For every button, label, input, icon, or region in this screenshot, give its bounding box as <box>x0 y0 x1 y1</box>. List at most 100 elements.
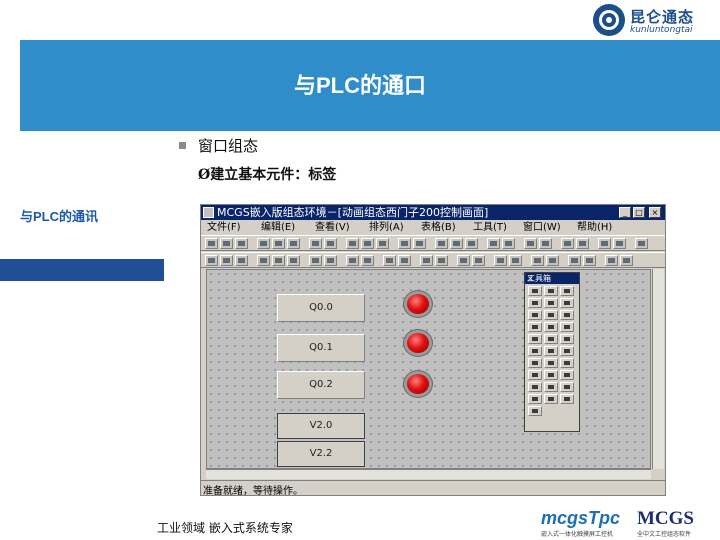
pipe-tool-icon[interactable] <box>528 322 542 332</box>
combo-tool-icon[interactable] <box>528 394 542 404</box>
undo-icon[interactable] <box>309 238 322 249</box>
indicator-lamp-icon[interactable] <box>403 290 433 318</box>
ungroup-icon[interactable] <box>413 238 426 249</box>
font-icon[interactable] <box>435 238 448 249</box>
vertical-scrollbar[interactable] <box>652 269 664 469</box>
toolbox-icon[interactable] <box>502 238 515 249</box>
ellipse-tool-icon[interactable] <box>560 298 574 308</box>
maximize-button[interactable]: □ <box>633 207 645 218</box>
help-icon[interactable] <box>635 238 648 249</box>
indicator-lamp-icon[interactable] <box>403 370 433 398</box>
list-tool-icon[interactable] <box>544 394 558 404</box>
zoom-in-icon[interactable] <box>561 238 574 249</box>
gauge-tool-icon[interactable] <box>560 334 574 344</box>
line-color-icon[interactable] <box>465 238 478 249</box>
align-top-icon[interactable] <box>376 238 389 249</box>
center-h-icon[interactable] <box>583 255 596 266</box>
middle-align-icon[interactable] <box>272 255 285 266</box>
center-align-icon[interactable] <box>220 255 233 266</box>
align-right-icon[interactable] <box>361 238 374 249</box>
fill-color-icon[interactable] <box>450 238 463 249</box>
menu-tools[interactable]: 工具(T) <box>473 220 507 235</box>
lock-icon[interactable] <box>509 255 522 266</box>
label-q0-1[interactable]: Q0.1 <box>277 334 365 362</box>
label-q0-0[interactable]: Q0.0 <box>277 294 365 322</box>
flip-v-icon[interactable] <box>494 255 507 266</box>
redo-icon[interactable] <box>324 238 337 249</box>
snap-icon[interactable] <box>568 255 581 266</box>
input-tool-icon[interactable] <box>544 334 558 344</box>
bottom-align-icon[interactable] <box>287 255 300 266</box>
same-size-icon[interactable] <box>346 255 359 266</box>
rounded-rect-tool-icon[interactable] <box>544 298 558 308</box>
same-height-icon[interactable] <box>324 255 337 266</box>
menu-window[interactable]: 窗口(W) <box>523 220 561 235</box>
menu-help[interactable]: 帮助(H) <box>577 220 612 235</box>
menu-file[interactable]: 文件(F) <box>207 220 241 235</box>
run-icon[interactable] <box>598 238 611 249</box>
equal-space-icon[interactable] <box>620 255 633 266</box>
browser-tool-icon[interactable] <box>560 382 574 392</box>
flow-tool-icon[interactable] <box>544 322 558 332</box>
center-v-icon[interactable] <box>605 255 618 266</box>
menu-arrange[interactable]: 排列(A) <box>369 220 404 235</box>
group-icon[interactable] <box>398 238 411 249</box>
design-canvas[interactable]: Q0.0 Q0.1 Q0.2 V2.0 V2.2 <box>206 269 651 469</box>
pointer-tool-icon[interactable] <box>528 286 542 296</box>
h-space-icon[interactable] <box>361 255 374 266</box>
cut-icon[interactable] <box>257 238 270 249</box>
switch-tool-icon[interactable] <box>528 358 542 368</box>
same-width-icon[interactable] <box>309 255 322 266</box>
frame-tool-icon[interactable] <box>560 394 574 404</box>
left-align-icon[interactable] <box>205 255 218 266</box>
new-icon[interactable] <box>205 238 218 249</box>
flip-h-icon[interactable] <box>472 255 485 266</box>
slider-tool-icon[interactable] <box>528 346 542 356</box>
label-tool-icon[interactable] <box>544 310 558 320</box>
color-tool-icon[interactable] <box>528 406 542 416</box>
polyline-tool-icon[interactable] <box>528 310 542 320</box>
line-tool-icon[interactable] <box>544 286 558 296</box>
lamp-tool-icon[interactable] <box>560 358 574 368</box>
toolbox-close-button[interactable]: × <box>527 273 577 284</box>
paste-icon[interactable] <box>287 238 300 249</box>
minimize-button[interactable]: _ <box>619 207 631 218</box>
open-icon[interactable] <box>220 238 233 249</box>
database-icon[interactable] <box>524 238 537 249</box>
right-align-icon[interactable] <box>235 255 248 266</box>
label-v2-0[interactable]: V2.0 <box>277 413 365 439</box>
rectangle-tool-icon[interactable] <box>528 298 542 308</box>
align-left-icon[interactable] <box>346 238 359 249</box>
table-tool-icon[interactable] <box>528 382 542 392</box>
close-button[interactable]: × <box>649 207 661 218</box>
stop-icon[interactable] <box>613 238 626 249</box>
rotate-left-icon[interactable] <box>435 255 448 266</box>
menu-table[interactable]: 表格(B) <box>421 220 456 235</box>
dial-tool-icon[interactable] <box>544 358 558 368</box>
layer-icon[interactable] <box>546 255 559 266</box>
grid-icon[interactable] <box>487 238 500 249</box>
download-icon[interactable] <box>539 238 552 249</box>
rotate-right-icon[interactable] <box>457 255 470 266</box>
save-icon[interactable] <box>235 238 248 249</box>
rotate-tool-icon[interactable] <box>560 346 574 356</box>
copy-icon[interactable] <box>272 238 285 249</box>
library-tool-icon[interactable] <box>560 322 574 332</box>
unlock-icon[interactable] <box>531 255 544 266</box>
alarm-tool-icon[interactable] <box>560 370 574 380</box>
indicator-lamp-icon[interactable] <box>403 329 433 357</box>
bitmap-tool-icon[interactable] <box>560 310 574 320</box>
menu-view[interactable]: 查看(V) <box>315 220 350 235</box>
send-back-icon[interactable] <box>420 255 433 266</box>
bar-tool-icon[interactable] <box>544 346 558 356</box>
history-tool-icon[interactable] <box>544 370 558 380</box>
horizontal-scrollbar[interactable] <box>206 469 651 479</box>
zoom-out-icon[interactable] <box>576 238 589 249</box>
label-q0-2[interactable]: Q0.2 <box>277 371 365 399</box>
button-tool-icon[interactable] <box>528 334 542 344</box>
label-v2-2[interactable]: V2.2 <box>277 441 365 467</box>
v-space-icon[interactable] <box>383 255 396 266</box>
trend-tool-icon[interactable] <box>528 370 542 380</box>
menu-edit[interactable]: 编辑(E) <box>261 220 295 235</box>
arc-tool-icon[interactable] <box>560 286 574 296</box>
